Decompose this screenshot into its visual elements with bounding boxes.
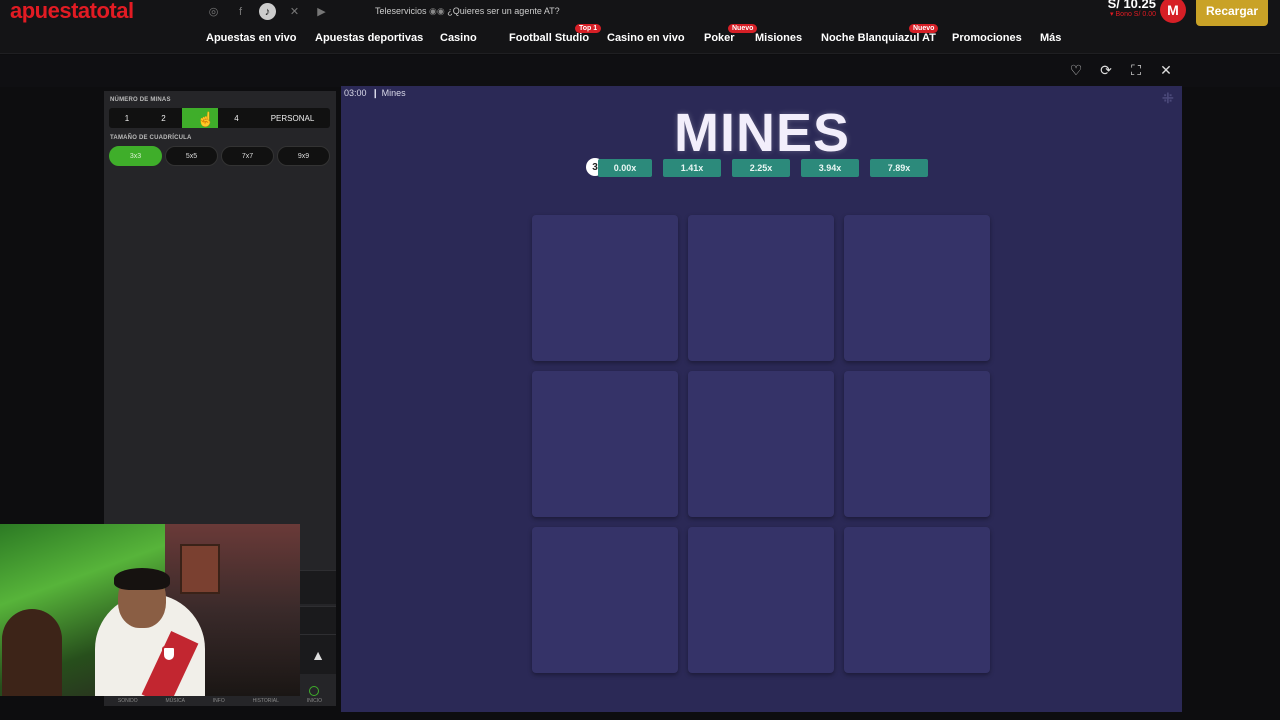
mine-tile[interactable] — [532, 371, 678, 517]
x-icon[interactable]: ✕ — [286, 3, 303, 20]
mine-tile[interactable] — [532, 527, 678, 673]
mines-option-1[interactable]: 1 — [109, 108, 145, 128]
nav-item-label: Football Studio — [509, 32, 590, 44]
game-timer: 03:00 ❙ Mines — [344, 88, 406, 98]
youtube-icon[interactable]: ▶ — [313, 3, 330, 20]
multiplier-2: 2.25x — [732, 159, 790, 177]
user-avatar[interactable]: M — [1160, 0, 1186, 23]
chat-icon: ◉◉ — [429, 6, 445, 16]
nav-item-label: Noche Blanquiazul AT — [821, 32, 936, 44]
streamer-person-left — [2, 609, 62, 696]
webcam-overlay — [0, 524, 300, 696]
new-badge: Nuevo — [728, 24, 758, 33]
bonus-amount: ▾ Bono S/ 0.00 — [1110, 11, 1156, 18]
nav-item-label: Poker — [704, 32, 735, 44]
game-title: MINES — [673, 103, 851, 163]
mine-tile[interactable] — [688, 527, 834, 673]
side-button-1[interactable] — [300, 570, 336, 604]
top1-badge: Top 1 — [575, 24, 602, 33]
nav-item-noche-blanquiazul[interactable]: Noche Blanquiazul AT Nuevo — [821, 24, 939, 44]
nav-item-casino[interactable]: Casino — [440, 32, 477, 44]
mine-tile[interactable] — [688, 215, 834, 361]
multiplier-1: 1.41x — [663, 159, 721, 177]
menu-home-label: INICIO — [306, 698, 323, 704]
teleservicios-label: Teleservicios — [375, 6, 427, 16]
mines-option-4[interactable]: 4 — [218, 108, 255, 128]
nav-item-casino-en-vivo[interactable]: Casino en vivo — [607, 32, 685, 44]
mines-count-label: NÚMERO DE MINAS — [110, 97, 171, 103]
mines-selector: 1 2 3 4 PERSONAL — [109, 108, 330, 128]
mine-tile[interactable] — [844, 527, 990, 673]
facebook-icon[interactable]: f — [232, 3, 249, 20]
grid-option-7x7[interactable]: 7x7 — [221, 146, 274, 166]
menu-home[interactable]: INICIO — [307, 686, 322, 704]
grid-option-9x9[interactable]: 9x9 — [277, 146, 330, 166]
agent-link-label: ¿Quieres ser un agente AT? — [447, 6, 560, 16]
timer-value: 03:00 — [344, 88, 367, 98]
menu-sound[interactable]: SONIDO — [118, 698, 138, 704]
nav-item-poker[interactable]: Poker Nuevo — [704, 24, 758, 44]
nav-item-promociones[interactable]: Promociones — [952, 32, 1022, 44]
grid-option-3x3[interactable]: 3x3 — [109, 146, 162, 166]
mine-tile[interactable] — [844, 215, 990, 361]
scroll-up-button[interactable]: ▲ — [300, 634, 336, 674]
new-badge: Nuevo — [909, 24, 939, 33]
menu-music[interactable]: MÚSICA — [166, 698, 185, 704]
jersey-crest-icon — [162, 646, 176, 662]
mine-tile[interactable] — [688, 371, 834, 517]
game-toolbar — [0, 55, 1280, 87]
side-buttons: ▲ — [300, 570, 336, 690]
home-icon — [309, 686, 320, 696]
main-nav: Apuestas en vivo Apuestas deportivas Cas… — [0, 24, 1280, 48]
bonus-label: Bono S/ 0.00 — [1115, 11, 1156, 18]
menu-info[interactable]: INFO — [213, 698, 225, 704]
nav-item-mas[interactable]: Más — [1040, 32, 1061, 44]
multiplier-3: 3.94x — [801, 159, 859, 177]
multiplier-4: 7.89x — [870, 159, 928, 177]
nav-item-apuestas-en-vivo[interactable]: Apuestas en vivo — [206, 32, 296, 44]
nav-item-football-studio[interactable]: Football Studio Top 1 — [509, 24, 602, 44]
nav-item-misiones[interactable]: Misiones — [755, 32, 802, 44]
recharge-button[interactable]: Recargar — [1196, 0, 1268, 26]
social-links: ◎ f ♪ ✕ ▶ — [205, 3, 330, 20]
fullscreen-icon[interactable]: ⛶ — [1128, 62, 1144, 78]
game-name: Mines — [381, 88, 406, 98]
instagram-icon[interactable]: ◎ — [205, 3, 222, 20]
heart-icon[interactable]: ♡ — [1068, 62, 1084, 78]
menu-history[interactable]: HISTORIAL — [253, 698, 279, 704]
chevron-up-icon: ▲ — [311, 646, 325, 663]
grid-size-selector: 3x3 5x5 7x7 9x9 — [109, 146, 330, 166]
mines-option-2[interactable]: 2 — [145, 108, 182, 128]
nav-item-apuestas-deportivas[interactable]: Apuestas deportivas — [315, 32, 423, 44]
cursor-hand-icon: ☝ — [197, 111, 215, 127]
wall-frame — [180, 544, 220, 594]
balance-display[interactable]: S/ 10.25 ▾ Bono S/ 0.00 — [1086, 0, 1156, 18]
provider-logo-icon: ⁜ — [1162, 90, 1174, 106]
bomb-count: 3 — [592, 161, 598, 173]
close-icon[interactable]: ✕ — [1158, 62, 1174, 78]
streamer-hair — [114, 568, 170, 590]
multiplier-0: 0.00x — [598, 159, 652, 177]
refresh-icon[interactable]: ⟳ — [1098, 62, 1114, 78]
brand-logo[interactable]: apuestatotal — [10, 0, 134, 24]
mine-tile[interactable] — [532, 215, 678, 361]
teleservicios-link[interactable]: Teleservicios ◉◉ ¿Quieres ser un agente … — [375, 6, 560, 17]
mines-option-personal[interactable]: PERSONAL — [255, 108, 330, 128]
grid-option-5x5[interactable]: 5x5 — [165, 146, 218, 166]
tiktok-icon[interactable]: ♪ — [259, 3, 276, 20]
mine-tile[interactable] — [844, 371, 990, 517]
grid-size-label: TAMAÑO DE CUADRÍCULA — [110, 135, 192, 141]
